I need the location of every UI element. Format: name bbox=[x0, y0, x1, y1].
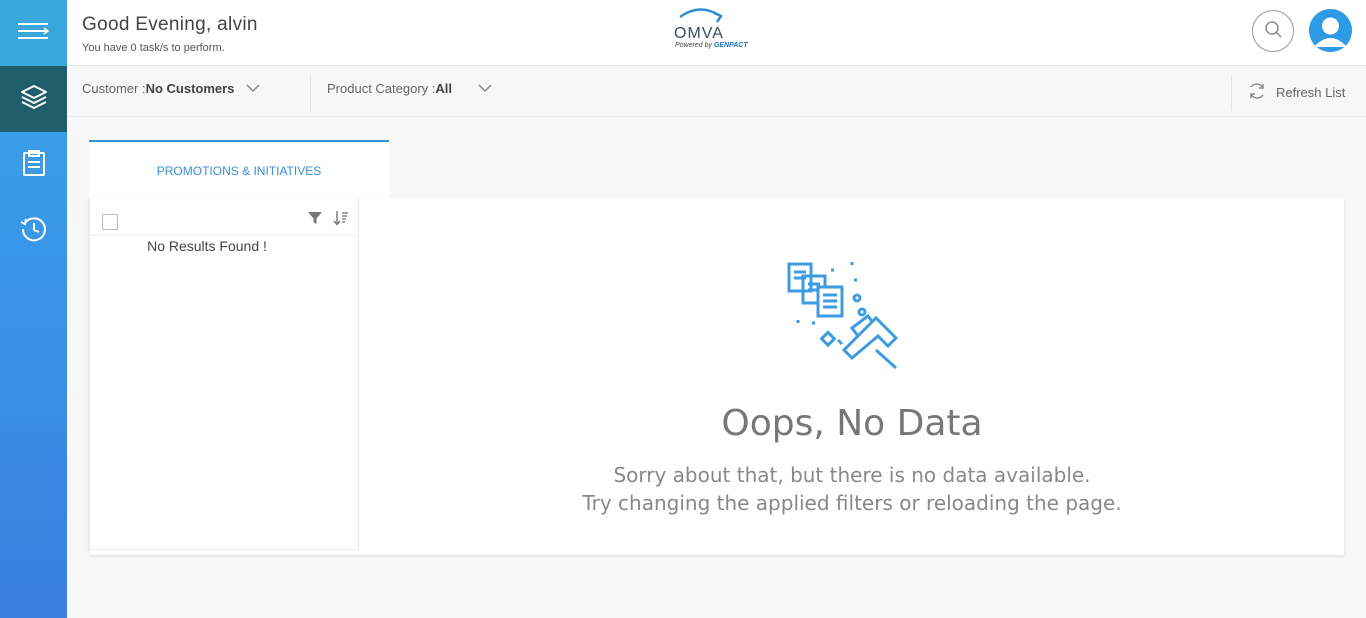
empty-state-message: Sorry about that, but there is no data a… bbox=[360, 461, 1344, 517]
filter-bar: Customer : No Customers Product Category… bbox=[67, 67, 1366, 117]
customer-filter-label: Customer : bbox=[82, 81, 146, 96]
refresh-icon bbox=[1247, 81, 1267, 104]
greeting-text: Good Evening, alvin bbox=[82, 14, 258, 35]
empty-state-line-1: Sorry about that, but there is no data a… bbox=[613, 463, 1091, 487]
header: Good Evening, alvin You have 0 task/s to… bbox=[67, 0, 1366, 66]
chevron-down-icon bbox=[478, 81, 492, 96]
empty-state-title: Oops, No Data bbox=[721, 403, 983, 444]
refresh-list-label: Refresh List bbox=[1276, 85, 1346, 100]
logo-text: OMVA bbox=[674, 25, 724, 42]
sidebar bbox=[0, 0, 67, 618]
empty-state-line-2: Try changing the applied filters or relo… bbox=[582, 491, 1122, 515]
select-all-checkbox[interactable] bbox=[102, 214, 118, 230]
filter-icon[interactable] bbox=[307, 210, 323, 231]
search-icon bbox=[1264, 20, 1282, 43]
customer-filter-dropdown[interactable]: Customer : No Customers bbox=[82, 81, 260, 96]
tab-label: PROMOTIONS & INITIATIVES bbox=[156, 163, 322, 178]
sort-icon[interactable] bbox=[333, 210, 349, 231]
results-list: No Results Found ! bbox=[89, 198, 359, 550]
user-icon bbox=[1309, 9, 1352, 52]
sidebar-item-promotions[interactable] bbox=[0, 66, 67, 132]
category-filter-label: Product Category : bbox=[327, 81, 436, 96]
hamburger-icon bbox=[17, 22, 50, 45]
menu-toggle-button[interactable] bbox=[0, 0, 67, 66]
history-icon bbox=[20, 215, 48, 248]
divider bbox=[310, 75, 311, 111]
no-results-text: No Results Found ! bbox=[147, 238, 267, 254]
empty-data-illustration bbox=[786, 258, 901, 373]
customer-filter-value: No Customers bbox=[145, 81, 235, 96]
product-category-filter-dropdown[interactable]: Product Category : All bbox=[327, 81, 492, 96]
layers-icon bbox=[20, 83, 48, 116]
tasks-count-text: You have 0 task/s to perform. bbox=[82, 42, 225, 54]
logo-arc-icon bbox=[679, 8, 723, 23]
refresh-list-button[interactable]: Refresh List bbox=[1247, 81, 1345, 104]
sidebar-item-history[interactable] bbox=[0, 198, 67, 264]
tab-promotions-initiatives[interactable]: PROMOTIONS & INITIATIVES bbox=[89, 140, 389, 199]
sidebar-item-tasks[interactable] bbox=[0, 132, 67, 198]
omva-logo: OMVA Powered by GENPACT bbox=[672, 5, 767, 55]
chevron-down-icon bbox=[246, 81, 260, 96]
logo-powered-by: Powered by GENPACT bbox=[675, 42, 748, 49]
content-panel: No Results Found ! Oops, No Data Sorry a… bbox=[89, 198, 1344, 555]
user-avatar[interactable] bbox=[1309, 9, 1352, 52]
divider bbox=[1231, 75, 1232, 111]
clipboard-icon bbox=[22, 149, 46, 182]
category-filter-value: All bbox=[435, 81, 453, 96]
search-button[interactable] bbox=[1252, 10, 1294, 52]
list-header bbox=[90, 198, 359, 236]
